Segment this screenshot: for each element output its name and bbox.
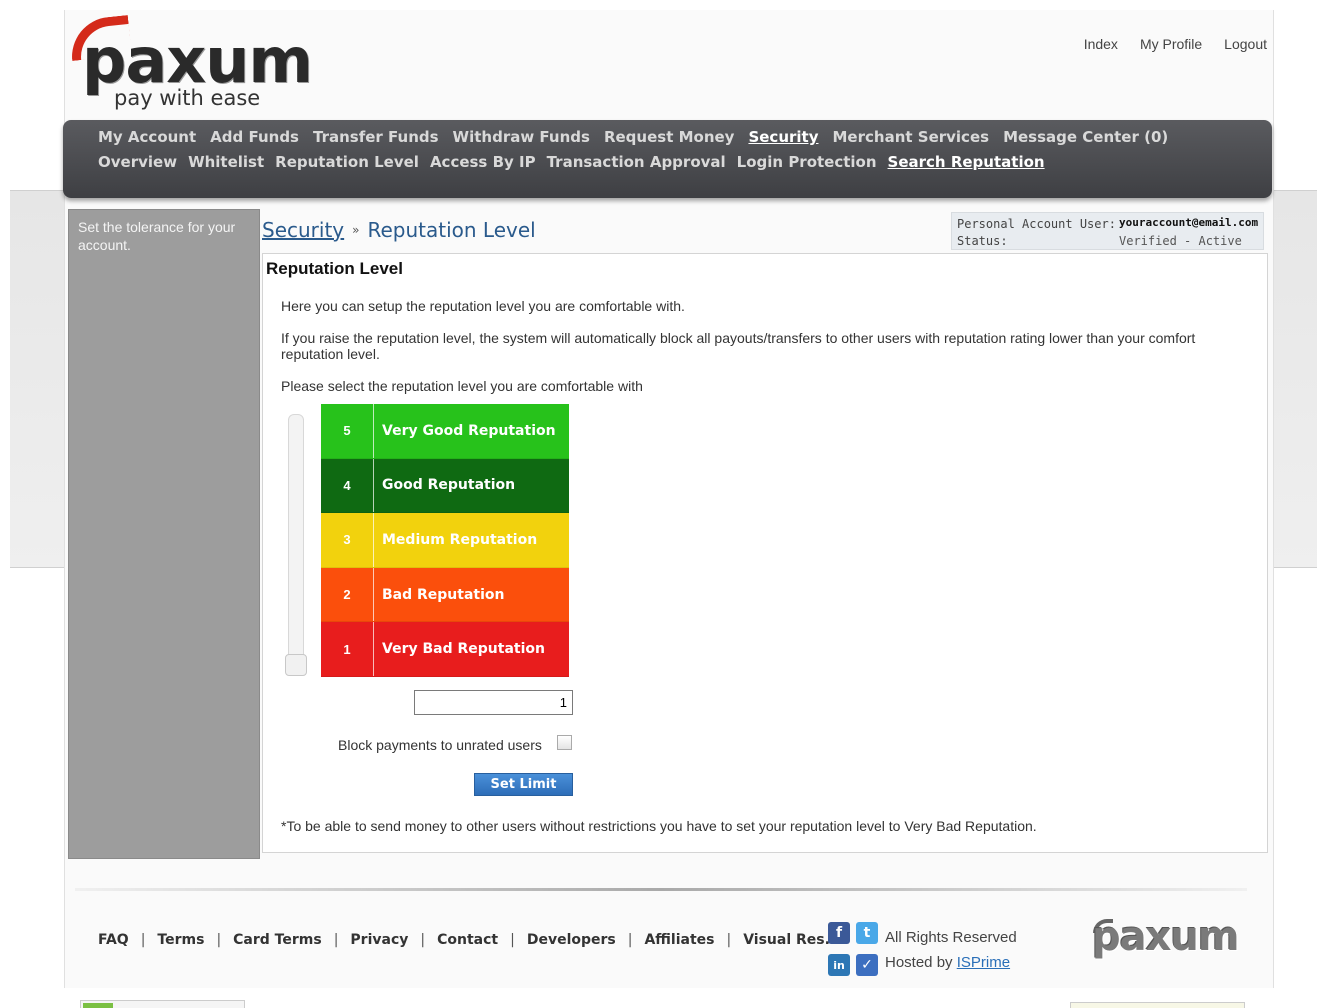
main-content-panel: Reputation Level Here you can setup the … <box>262 253 1268 853</box>
reputation-level-3[interactable]: 3 Medium Reputation <box>321 513 569 568</box>
reputation-level-label: Very Bad Reputation <box>382 641 545 658</box>
nav-item-request-money[interactable]: Request Money <box>604 128 735 146</box>
block-unrated-label: Block payments to unrated users <box>338 737 542 753</box>
breadcrumb-current: Reputation Level <box>367 218 536 242</box>
linkedin-icon[interactable]: in <box>828 954 850 976</box>
reputation-level-number: 2 <box>321 567 374 622</box>
hosted-by: Hosted by ISPrime <box>885 950 1017 975</box>
bottom-badge-left <box>80 1000 245 1008</box>
reputation-slider-handle[interactable] <box>285 654 307 676</box>
account-info-box: Personal Account User: youraccount@email… <box>951 212 1264 250</box>
footer-rights: All Rights Reserved Hosted by ISPrime <box>885 925 1017 975</box>
reputation-level-4[interactable]: 4 Good Reputation <box>321 458 569 514</box>
footer-paxum-logo[interactable]: paxum <box>1092 914 1240 960</box>
subnav-item-access-by-ip[interactable]: Access By IP <box>430 153 536 171</box>
reputation-level-5[interactable]: 5 Very Good Reputation <box>321 404 569 459</box>
reputation-level-label: Very Good Reputation <box>382 422 556 439</box>
nav-item-withdraw-funds[interactable]: Withdraw Funds <box>453 128 590 146</box>
top-link-logout[interactable]: Logout <box>1224 36 1267 52</box>
reputation-level-number: 4 <box>321 458 374 513</box>
reputation-level-number: 5 <box>321 404 374 458</box>
subnav-item-reputation-level[interactable]: Reputation Level <box>275 153 419 171</box>
delicious-icon[interactable]: ✓ <box>856 954 878 976</box>
isprime-link[interactable]: ISPrime <box>957 954 1010 971</box>
reputation-level-label: Bad Reputation <box>382 586 505 603</box>
reputation-slider-track[interactable] <box>288 414 304 676</box>
hosted-by-prefix: Hosted by <box>885 954 953 971</box>
breadcrumb: Security » Reputation Level <box>262 218 536 242</box>
footer-link-contact[interactable]: Contact <box>437 932 498 948</box>
footer-link-separator: | <box>726 932 732 948</box>
account-status-label: Status: <box>957 234 1008 248</box>
left-sidebar: Set the tolerance for your account. <box>68 209 260 859</box>
top-link-my-profile[interactable]: My Profile <box>1140 36 1202 52</box>
footer-links: FAQ | Terms | Card Terms | Privacy | Contact | Dev… <box>98 932 830 948</box>
footer-link-privacy[interactable]: Privacy <box>350 932 408 948</box>
footer-link-faq[interactable]: FAQ <box>98 932 129 948</box>
footnote-text: *To be able to send money to other users… <box>281 818 1037 834</box>
paxum-logo[interactable]: paxum pay with ease <box>68 14 350 113</box>
reputation-level-label: Medium Reputation <box>382 531 538 548</box>
nav-item-merchant-services[interactable]: Merchant Services <box>833 128 990 146</box>
nav-item-message-center[interactable]: Message Center (0) <box>1003 128 1168 146</box>
reputation-level-label: Good Reputation <box>382 477 516 494</box>
set-limit-button[interactable]: Set Limit <box>474 773 573 796</box>
select-prompt-text: Please select the reputation level you a… <box>281 378 643 394</box>
subnav-item-transaction-approval[interactable]: Transaction Approval <box>547 153 726 171</box>
footer-link-separator: | <box>627 932 633 948</box>
account-user-label: Personal Account User: <box>957 217 1116 231</box>
nav-item-transfer-funds[interactable]: Transfer Funds <box>313 128 439 146</box>
footer-link-separator: | <box>216 932 222 948</box>
account-user-value: youraccount@email.com <box>1119 216 1259 229</box>
reputation-level-number: 3 <box>321 513 374 567</box>
nav-item-my-account[interactable]: My Account <box>98 128 196 146</box>
footer-link-card-terms[interactable]: Card Terms <box>233 932 322 948</box>
raise-note-text: If you raise the reputation level, the s… <box>281 330 1196 362</box>
nav-item-security[interactable]: Security <box>748 128 818 146</box>
breadcrumb-separator: » <box>352 223 360 237</box>
top-link-index[interactable]: Index <box>1084 36 1118 52</box>
nav-item-add-funds[interactable]: Add Funds <box>210 128 299 146</box>
reputation-level-input[interactable] <box>414 690 573 715</box>
footer-link-separator: | <box>140 932 146 948</box>
footer-link-separator: | <box>510 932 515 948</box>
secondary-nav: Overview Whitelist Reputation Level Acce… <box>98 153 1045 171</box>
reputation-level-1[interactable]: 1 Very Bad Reputation <box>321 622 569 677</box>
breadcrumb-security-link[interactable]: Security <box>262 218 344 242</box>
footer-link-developers[interactable]: Developers <box>527 932 616 948</box>
footer-link-affiliates[interactable]: Affiliates <box>644 932 714 948</box>
subnav-item-overview[interactable]: Overview <box>98 153 177 171</box>
footer-link-terms[interactable]: Terms <box>157 932 204 948</box>
logo-tagline: pay with ease <box>114 86 261 110</box>
subnav-item-whitelist[interactable]: Whitelist <box>188 153 264 171</box>
footer-link-visual-res[interactable]: Visual Res. <box>743 932 830 948</box>
footer-link-separator: | <box>333 932 339 948</box>
rights-text: All Rights Reserved <box>885 929 1017 946</box>
footer-link-separator: | <box>420 932 426 948</box>
sidebar-help-text: Set the tolerance for your account. <box>78 219 236 253</box>
intro-text: Here you can setup the reputation level … <box>281 298 685 314</box>
bottom-badge-right <box>1070 1002 1245 1008</box>
reputation-level-2[interactable]: 2 Bad Reputation <box>321 567 569 623</box>
reputation-level-list: 5 Very Good Reputation 4 Good Reputation 3 Me… <box>321 404 569 677</box>
account-status-value: Verified - Active <box>1119 234 1242 248</box>
primary-nav: My Account Add Funds Transfer Funds With… <box>98 128 1168 146</box>
page-title: Reputation Level <box>266 259 403 278</box>
footer-divider <box>75 888 1247 891</box>
block-unrated-checkbox[interactable] <box>557 735 572 750</box>
subnav-item-login-protection[interactable]: Login Protection <box>737 153 877 171</box>
subnav-item-search-reputation[interactable]: Search Reputation <box>888 153 1045 171</box>
reputation-level-number: 1 <box>321 622 374 676</box>
top-links: Index My Profile Logout <box>1084 36 1267 52</box>
main-nav: My Account Add Funds Transfer Funds With… <box>63 120 1272 198</box>
facebook-icon[interactable]: f <box>828 922 850 944</box>
twitter-icon[interactable]: t <box>856 922 878 944</box>
